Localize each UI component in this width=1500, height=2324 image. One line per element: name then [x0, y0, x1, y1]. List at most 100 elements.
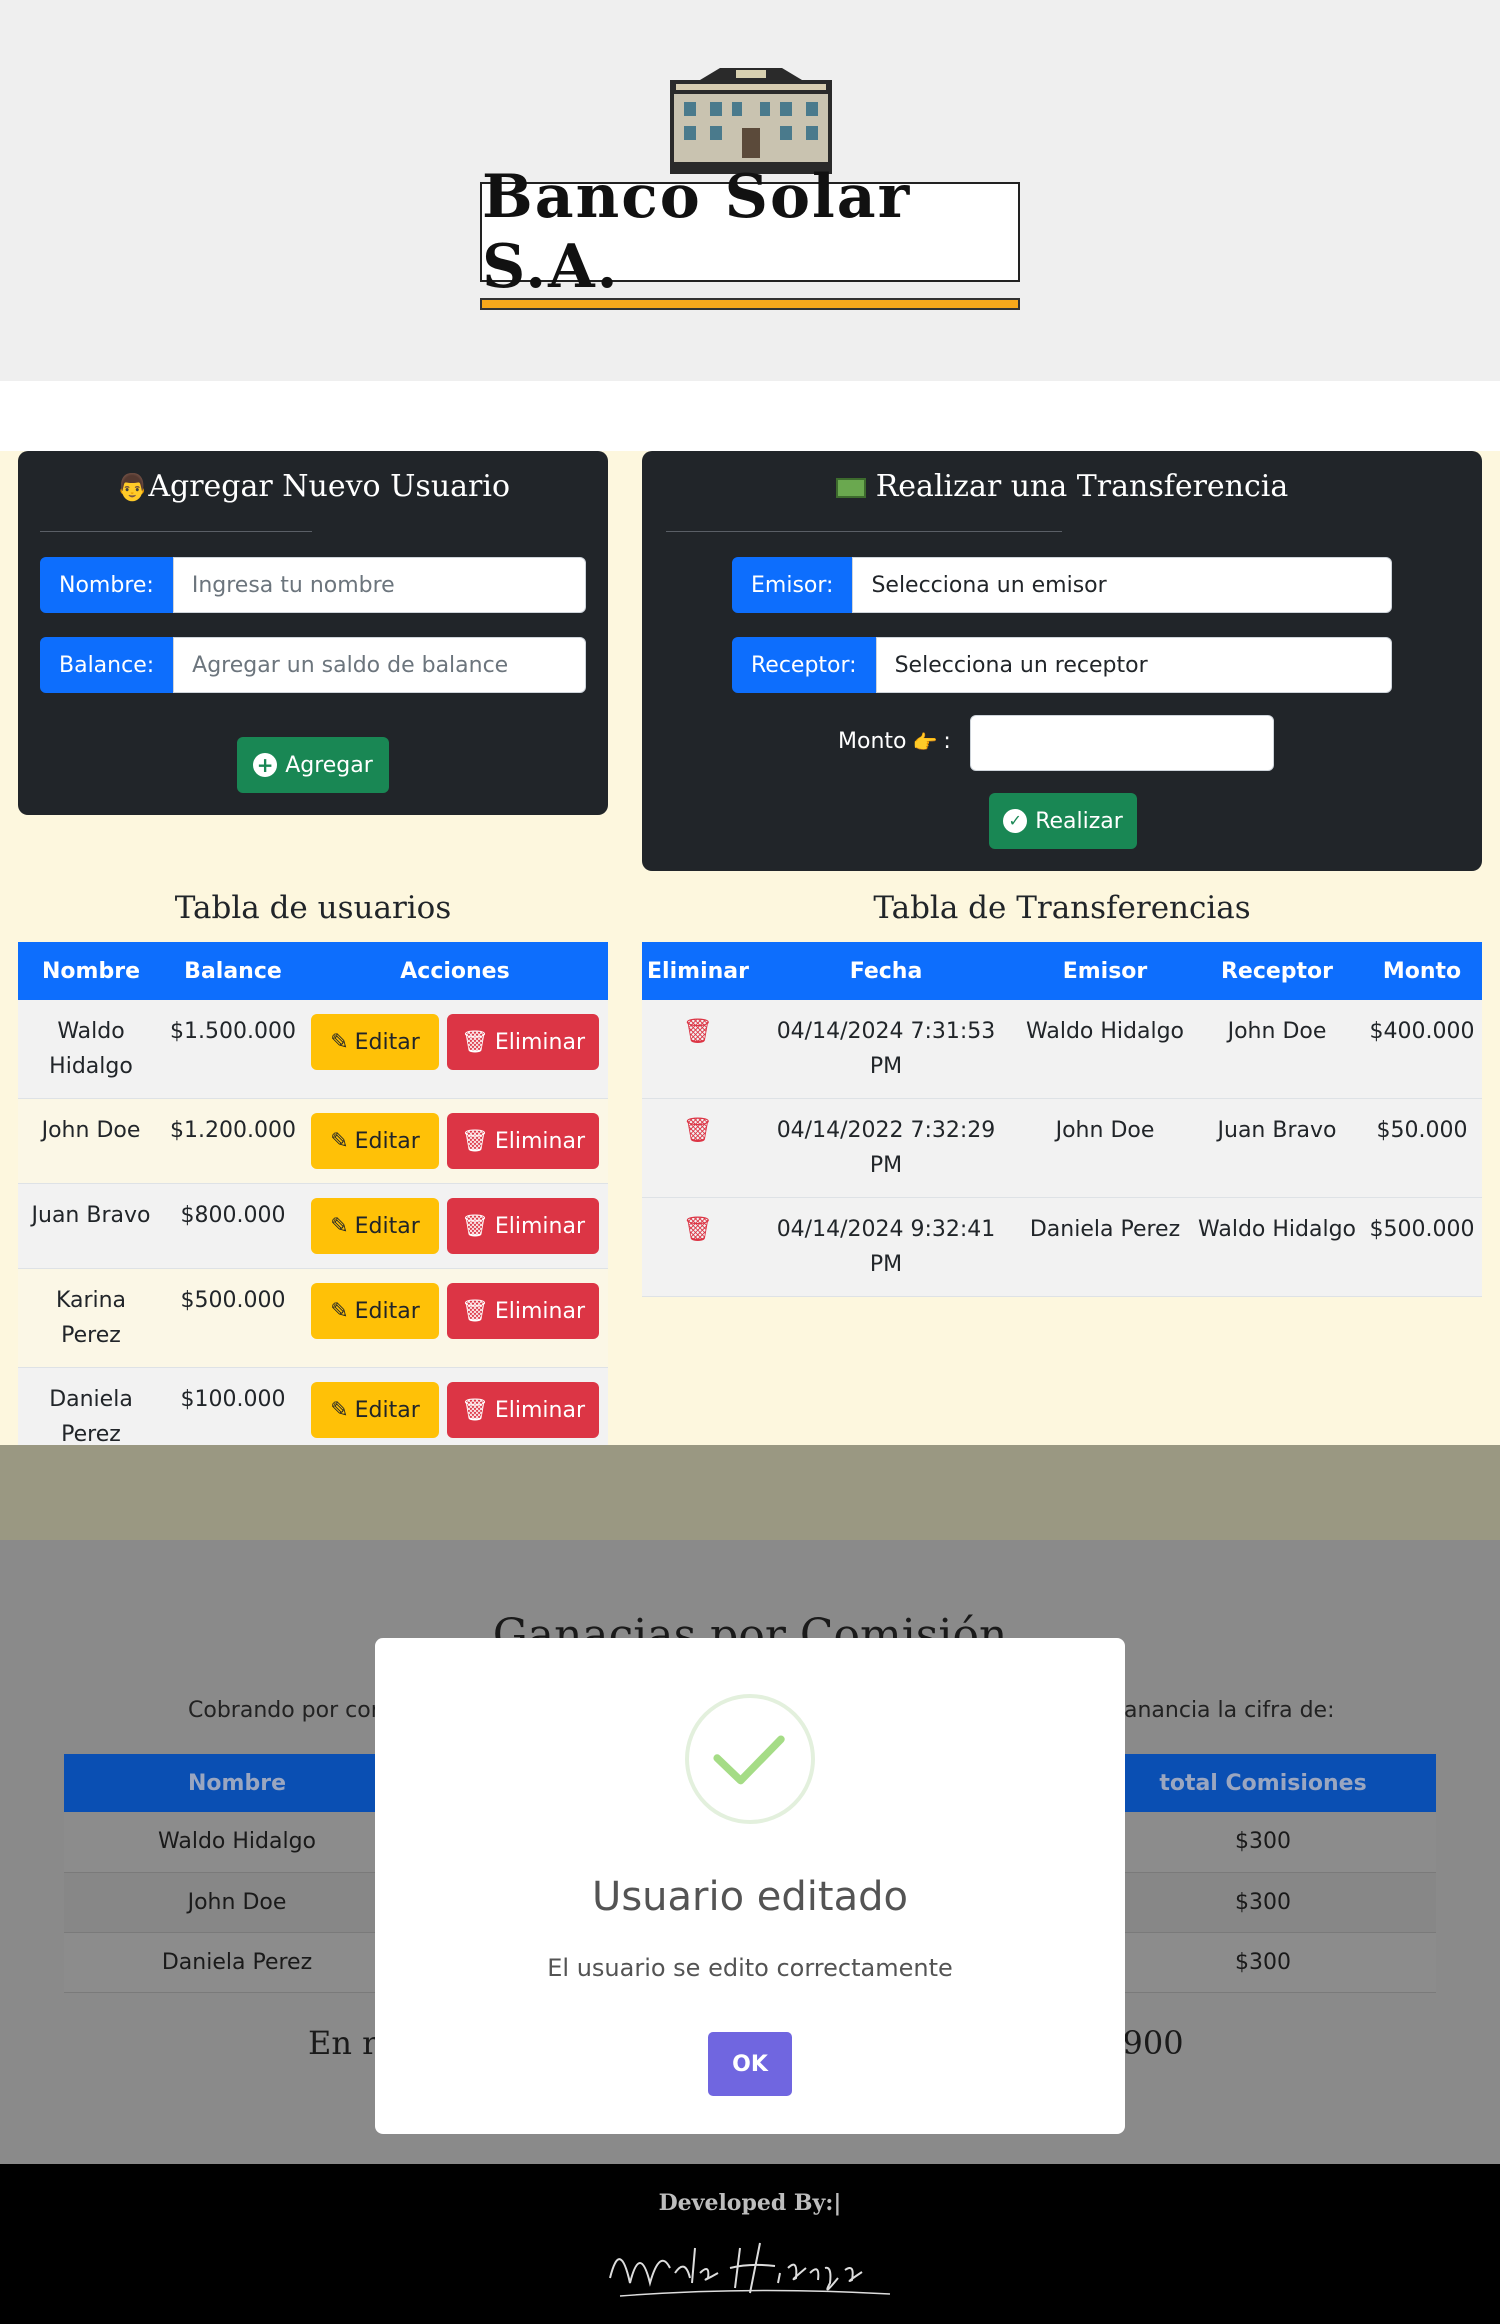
add-user-button[interactable]: + Agregar: [237, 737, 389, 793]
table-row: 🗑 04/14/2024 9:32:41 PM Daniela Perez Wa…: [642, 1197, 1482, 1297]
person-icon: 👨: [115, 473, 149, 503]
user-name: Juan Bravo: [18, 1183, 164, 1269]
column-header: Emisor: [1018, 942, 1192, 1000]
table-row: Karina Perez $500.000 ✎ Editar 🗑 Eliminar: [18, 1268, 608, 1368]
receiver-label: Receptor:: [732, 637, 876, 693]
column-header: total Comisiones: [1090, 1754, 1436, 1812]
column-header: Monto: [1362, 942, 1482, 1000]
trash-icon[interactable]: 🗑: [683, 1017, 713, 1045]
column-header: Nombre: [64, 1754, 410, 1812]
balance-input[interactable]: Agregar un saldo de balance: [173, 637, 586, 693]
receiver-select[interactable]: Selecciona un receptor: [875, 637, 1392, 693]
edit-button[interactable]: ✎ Editar: [310, 1113, 439, 1169]
sender-select-group: Emisor: Selecciona un emisor: [732, 557, 1392, 613]
commissions-text-right: anancia la cifra de:: [1124, 1698, 1335, 1723]
transfer-receiver: John Doe: [1192, 1000, 1362, 1099]
trash-icon: 🗑: [460, 1213, 489, 1239]
trash-icon: 🗑: [460, 1128, 489, 1154]
sender-label: Emisor:: [732, 557, 853, 613]
amount-label: Monto 👉 :: [838, 729, 951, 754]
transfer-receiver: Juan Bravo: [1192, 1098, 1362, 1198]
user-actions: ✎ Editar 🗑 Eliminar: [301, 1183, 608, 1269]
transfer-date: 04/14/2024 9:32:41 PM: [754, 1197, 1018, 1297]
name-label: Nombre:: [40, 557, 173, 613]
title-underline: [480, 298, 1020, 310]
pointing-hand-icon: 👉: [912, 729, 938, 754]
name-input[interactable]: Ingresa tu nombre: [172, 557, 586, 613]
delete-button[interactable]: 🗑 Eliminar: [446, 1283, 599, 1339]
add-user-label: Agregar: [285, 752, 373, 778]
trash-icon[interactable]: 🗑: [683, 1116, 713, 1144]
transfer-amount: $400.000: [1362, 1000, 1482, 1099]
success-modal: Usuario editado El usuario se edito corr…: [375, 1638, 1125, 2134]
pencil-icon: ✎: [330, 1397, 349, 1423]
submit-transfer-button[interactable]: ✓ Realizar: [989, 793, 1137, 849]
user-actions: ✎ Editar 🗑 Eliminar: [301, 1098, 608, 1184]
user-balance: $500.000: [164, 1268, 302, 1368]
transfers-table: Eliminar Fecha Emisor Receptor Monto 🗑 0…: [642, 942, 1482, 1297]
table-header-row: Eliminar Fecha Emisor Receptor Monto: [642, 942, 1482, 1000]
new-user-card: 👨Agregar Nuevo Usuario Nombre: Ingresa t…: [18, 451, 608, 815]
transfer-sender: Daniela Perez: [1018, 1197, 1192, 1297]
table-header-row: Nombre Balance Acciones: [18, 942, 608, 1000]
receiver-select-group: Receptor: Selecciona un receptor: [732, 637, 1392, 693]
trash-icon[interactable]: 🗑: [683, 1215, 713, 1243]
users-table: Nombre Balance Acciones Waldo Hidalgo $1…: [18, 942, 608, 1467]
pencil-icon: ✎: [330, 1128, 349, 1154]
user-balance: $1.500.000: [164, 1000, 302, 1099]
trash-icon: 🗑: [460, 1298, 489, 1324]
edit-button[interactable]: ✎ Editar: [310, 1382, 439, 1438]
column-header: Nombre: [18, 942, 164, 1000]
delete-transfer-cell: 🗑: [642, 1197, 754, 1297]
checkmark-icon: [713, 1735, 785, 1785]
commission-name: Daniela Perez: [64, 1932, 410, 1993]
user-actions: ✎ Editar 🗑 Eliminar: [301, 1000, 608, 1099]
table-row: Waldo Hidalgo $1.500.000 ✎ Editar 🗑 Elimin…: [18, 1000, 608, 1099]
transfer-amount: $500.000: [1362, 1197, 1482, 1297]
ok-button[interactable]: OK: [708, 2032, 792, 2096]
users-table-title: Tabla de usuarios: [174, 890, 452, 926]
signature-image: [609, 2242, 891, 2297]
transfer-date: 04/14/2024 7:31:53 PM: [754, 1000, 1018, 1099]
sender-select[interactable]: Selecciona un emisor: [852, 557, 1392, 613]
column-header: Fecha: [754, 942, 1018, 1000]
column-header: Receptor: [1192, 942, 1362, 1000]
trash-icon: 🗑: [460, 1397, 489, 1423]
edit-button[interactable]: ✎ Editar: [310, 1014, 439, 1070]
commission-total: $300: [1090, 1932, 1436, 1993]
overlay-band: [0, 1445, 1500, 1540]
commission-name: John Doe: [64, 1872, 410, 1933]
balance-input-group: Balance: Agregar un saldo de balance: [40, 637, 586, 693]
table-row: Juan Bravo $800.000 ✎ Editar 🗑 Eliminar: [18, 1183, 608, 1269]
spacer: [0, 381, 1500, 451]
name-input-group: Nombre: Ingresa tu nombre: [40, 557, 586, 613]
commission-total: $300: [1090, 1872, 1436, 1933]
amount-input[interactable]: [970, 715, 1274, 771]
balance-label: Balance:: [40, 637, 174, 693]
success-icon: [685, 1694, 815, 1824]
commissions-text-left: Cobrando por con: [188, 1698, 385, 1723]
transfer-amount: $50.000: [1362, 1098, 1482, 1198]
bank-title: Banco Solar S.A.: [482, 162, 912, 302]
check-circle-icon: ✓: [1003, 809, 1028, 833]
developed-by-label: Developed By:|: [658, 2190, 842, 2216]
table-row: John Doe $1.200.000 ✎ Editar 🗑 Eliminar: [18, 1098, 608, 1184]
page-header: Banco Solar S.A.: [0, 0, 1500, 381]
bank-title-box: Banco Solar S.A.: [480, 162, 1020, 302]
edit-button[interactable]: ✎ Editar: [310, 1283, 439, 1339]
column-header: Acciones: [301, 942, 608, 1000]
user-actions: ✎ Editar 🗑 Eliminar: [301, 1268, 608, 1368]
delete-button[interactable]: 🗑 Eliminar: [446, 1382, 599, 1438]
trash-icon: 🗑: [460, 1029, 489, 1055]
delete-transfer-cell: 🗑: [642, 1098, 754, 1198]
divider: [40, 531, 312, 532]
user-balance: $800.000: [164, 1183, 302, 1269]
delete-button[interactable]: 🗑 Eliminar: [446, 1113, 599, 1169]
transfer-sender: Waldo Hidalgo: [1018, 1000, 1192, 1099]
new-user-title: 👨Agregar Nuevo Usuario: [115, 469, 511, 504]
delete-button[interactable]: 🗑 Eliminar: [446, 1014, 599, 1070]
submit-transfer-label: Realizar: [1035, 808, 1123, 834]
edit-button[interactable]: ✎ Editar: [310, 1198, 439, 1254]
delete-button[interactable]: 🗑 Eliminar: [446, 1198, 599, 1254]
transfer-card: Realizar una Transferencia Emisor: Selec…: [642, 451, 1482, 871]
